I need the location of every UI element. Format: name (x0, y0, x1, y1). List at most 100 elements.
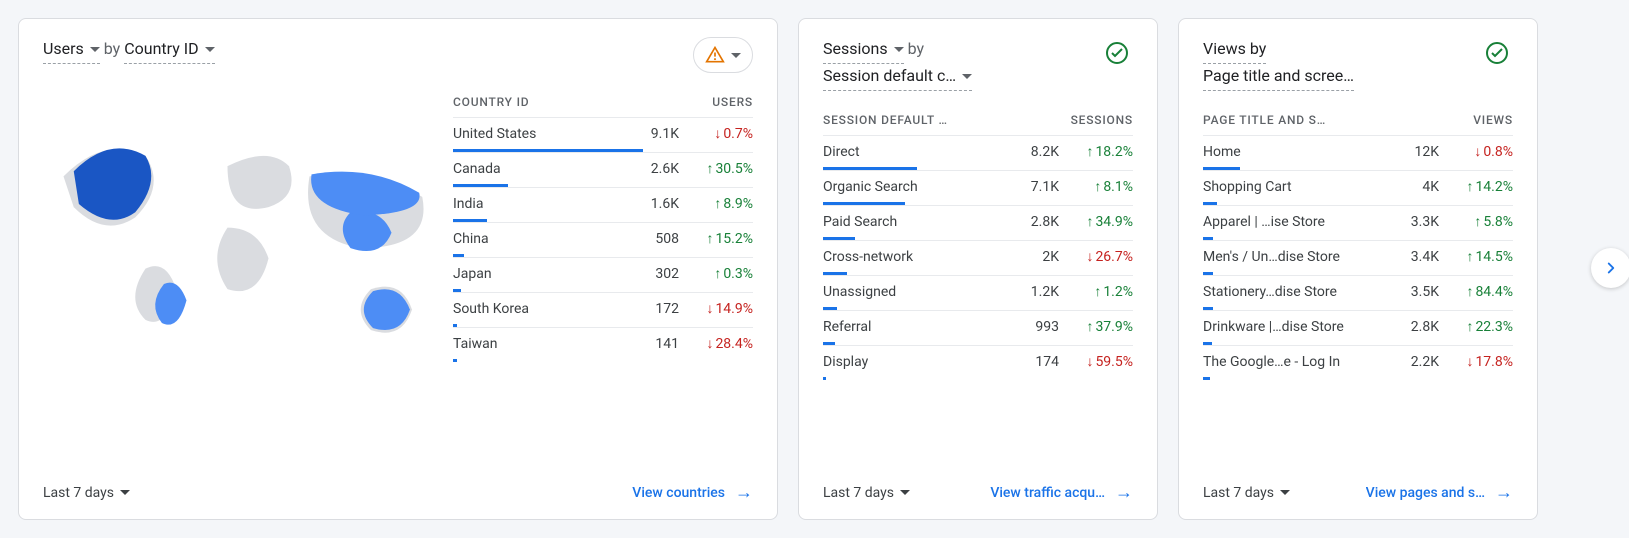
table-row[interactable]: Referral993↑37.9% (823, 310, 1133, 345)
arrow-down-icon: ↓ (1474, 145, 1481, 159)
status-badge[interactable] (1481, 37, 1513, 69)
row-delta: ↓0.8% (1439, 144, 1513, 160)
view-link[interactable]: View countries → (632, 482, 753, 503)
row-delta-value: 14.9% (715, 301, 753, 317)
world-map[interactable] (43, 93, 453, 393)
arrow-up-icon: ↑ (714, 267, 721, 281)
row-delta-value: 8.9% (723, 196, 753, 212)
card-header: Users by Country ID (19, 19, 777, 73)
table-row[interactable]: South Korea172↓14.9% (453, 292, 753, 327)
table-row[interactable]: China508↑15.2% (453, 222, 753, 257)
table-row[interactable]: India1.6K↑8.9% (453, 187, 753, 222)
table-row[interactable]: Paid Search2.8K↑34.9% (823, 205, 1133, 240)
row-delta: ↑14.5% (1439, 249, 1513, 265)
table-header: PAGE TITLE AND S… VIEWS (1179, 91, 1537, 135)
row-value: 302 (623, 266, 679, 282)
dimension-selector[interactable]: Page title and scree… (1203, 64, 1354, 91)
arrow-up-icon: ↑ (1086, 215, 1093, 229)
dimension-label: Country ID (124, 37, 198, 61)
table-row[interactable]: Shopping Cart4K↑14.2% (1203, 170, 1513, 205)
table-row[interactable]: Japan302↑0.3% (453, 257, 753, 292)
metric-label: Sessions (823, 37, 888, 61)
arrow-down-icon: ↓ (1086, 250, 1093, 264)
table-row[interactable]: Unassigned1.2K↑1.2% (823, 275, 1133, 310)
metric-selector[interactable]: Views by (1203, 37, 1266, 64)
period-selector[interactable]: Last 7 days (823, 485, 910, 501)
arrow-up-icon: ↑ (1086, 145, 1093, 159)
chevron-right-icon (1602, 259, 1620, 277)
table-row[interactable]: Organic Search7.1K↑8.1% (823, 170, 1133, 205)
row-bar (453, 359, 457, 362)
view-link[interactable]: View traffic acqu… → (990, 482, 1133, 503)
arrow-down-icon: ↓ (1086, 355, 1093, 369)
table-row[interactable]: United States9.1K↓0.7% (453, 117, 753, 152)
table-header-left: SESSION DEFAULT … (823, 113, 948, 127)
row-label: Drinkware |…dise Store (1203, 319, 1383, 335)
check-circle-icon (1485, 41, 1509, 65)
arrow-up-icon: ↑ (1466, 250, 1473, 264)
status-badge[interactable] (1101, 37, 1133, 69)
row-label: Taiwan (453, 336, 623, 352)
arrow-down-icon: ↓ (714, 127, 721, 141)
row-label: Unassigned (823, 284, 1003, 300)
row-label: Organic Search (823, 179, 1003, 195)
table-row[interactable]: Taiwan141↓28.4% (453, 327, 753, 362)
row-delta-value: 15.2% (715, 231, 753, 247)
arrow-up-icon: ↑ (1086, 320, 1093, 334)
row-delta: ↓26.7% (1059, 249, 1133, 265)
table-row[interactable]: Direct8.2K↑18.2% (823, 135, 1133, 170)
table-row[interactable]: Canada2.6K↑30.5% (453, 152, 753, 187)
row-delta-value: 14.2% (1475, 179, 1513, 195)
row-value: 174 (1003, 354, 1059, 370)
table-row[interactable]: Drinkware |…dise Store2.8K↑22.3% (1203, 310, 1513, 345)
period-selector[interactable]: Last 7 days (43, 485, 130, 501)
row-value: 4K (1383, 179, 1439, 195)
row-delta: ↑5.8% (1439, 214, 1513, 230)
dimension-selector[interactable]: Country ID (124, 37, 214, 64)
view-link[interactable]: View pages and s… → (1366, 482, 1513, 503)
row-value: 2.6K (623, 161, 679, 177)
arrow-right-icon: → (1115, 482, 1133, 503)
arrow-up-icon: ↑ (1466, 320, 1473, 334)
table-header: SESSION DEFAULT … SESSIONS (799, 91, 1157, 135)
row-delta-value: 17.8% (1475, 354, 1513, 370)
table-row[interactable]: The Google…e - Log In2.2K↓17.8% (1203, 345, 1513, 380)
period-selector[interactable]: Last 7 days (1203, 485, 1290, 501)
row-value: 2.8K (1383, 319, 1439, 335)
row-value: 1.6K (623, 196, 679, 212)
table-header-right: VIEWS (1473, 113, 1513, 127)
table-row[interactable]: Cross-network2K↓26.7% (823, 240, 1133, 275)
row-value: 9.1K (623, 126, 679, 142)
row-value: 1.2K (1003, 284, 1059, 300)
by-text: by (104, 39, 120, 58)
status-dropdown[interactable] (693, 37, 753, 73)
row-label: Canada (453, 161, 623, 177)
card-title: Sessions by Session default c… (823, 37, 972, 91)
arrow-up-icon: ↑ (1466, 285, 1473, 299)
row-label: Home (1203, 144, 1383, 160)
row-delta: ↑1.2% (1059, 284, 1133, 300)
table-row[interactable]: Stationery…dise Store3.5K↑84.4% (1203, 275, 1513, 310)
row-delta: ↓59.5% (1059, 354, 1133, 370)
card-views-by-page: Views by Page title and scree… PAGE TITL… (1178, 18, 1538, 520)
row-value: 12K (1383, 144, 1439, 160)
row-delta-value: 0.3% (723, 266, 753, 282)
period-label: Last 7 days (823, 485, 894, 501)
dimension-selector[interactable]: Session default c… (823, 64, 972, 91)
table-row[interactable]: Men's / Un…dise Store3.4K↑14.5% (1203, 240, 1513, 275)
warning-icon (705, 45, 725, 65)
table-row[interactable]: Apparel | …ise Store3.3K↑5.8% (1203, 205, 1513, 240)
row-delta: ↓14.9% (679, 301, 753, 317)
dimension-label: Session default c… (823, 64, 956, 88)
row-value: 172 (623, 301, 679, 317)
card-sessions-by-channel: Sessions by Session default c… SESSION D… (798, 18, 1158, 520)
metric-selector[interactable]: Users (43, 37, 100, 64)
row-label: Shopping Cart (1203, 179, 1383, 195)
chevron-down-icon (205, 47, 215, 52)
table-row[interactable]: Display174↓59.5% (823, 345, 1133, 380)
row-label: Display (823, 354, 1003, 370)
metric-selector[interactable]: Sessions (823, 37, 904, 64)
row-delta: ↓28.4% (679, 336, 753, 352)
carousel-next-button[interactable] (1591, 248, 1629, 288)
table-row[interactable]: Home12K↓0.8% (1203, 135, 1513, 170)
